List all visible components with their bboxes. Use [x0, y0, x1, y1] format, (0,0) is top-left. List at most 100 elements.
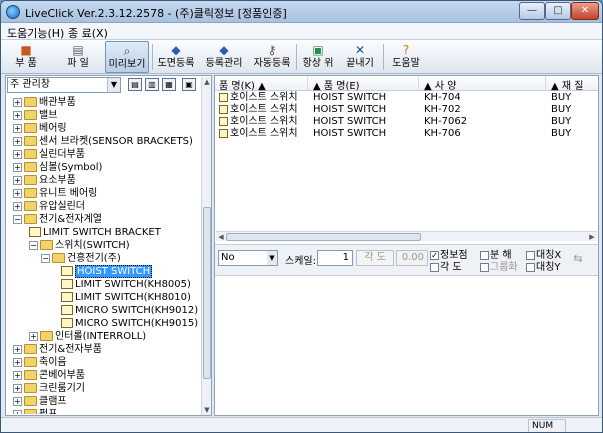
- expand-icon[interactable]: +: [13, 188, 22, 198]
- tree-node[interactable]: LIMIT SWITCH BRACKET: [29, 226, 161, 239]
- tree-node[interactable]: − 건흥전기(주): [41, 252, 121, 265]
- table-cell: 호이스트 스위치: [219, 128, 298, 140]
- tree-node[interactable]: LIMIT SWITCH(KH8010): [61, 291, 191, 304]
- menu-help[interactable]: 도움기능(H): [7, 25, 64, 41]
- expand-icon[interactable]: +: [13, 149, 22, 159]
- expand-icon[interactable]: +: [13, 175, 22, 185]
- scroll-left-icon[interactable]: ◀: [216, 232, 226, 242]
- drawing-register-button[interactable]: ◆ 도면등록: [154, 41, 198, 73]
- table-row[interactable]: 호이스트 스위치 HOIST SWITCH KH-706 BUY: [215, 128, 598, 140]
- category-select[interactable]: 주 관리창 ▼: [7, 77, 121, 93]
- file-button[interactable]: ▤ 파 일: [59, 41, 97, 73]
- help-button[interactable]: ? 도움말: [387, 41, 425, 73]
- folder-icon: [24, 201, 37, 211]
- angle-input[interactable]: 0.00: [396, 250, 428, 266]
- col-header-material[interactable]: ▲ 재 질: [551, 77, 583, 92]
- expand-icon[interactable]: +: [13, 201, 22, 211]
- tree-node[interactable]: + 축이음: [13, 356, 67, 369]
- tree-node[interactable]: + 유니트 베어링: [13, 187, 97, 200]
- cube-icon: ■: [20, 43, 32, 57]
- parts-button[interactable]: ■ 부 품: [7, 41, 45, 73]
- scroll-right-icon[interactable]: ▶: [587, 232, 597, 242]
- tree-node[interactable]: MICRO SWITCH(KH9015): [61, 317, 198, 330]
- drawing-register-icon: ◆: [171, 43, 181, 57]
- tree-node[interactable]: + 베어링: [13, 122, 67, 135]
- tree-node[interactable]: + 전기&전자부품: [13, 343, 102, 356]
- expand-icon[interactable]: +: [13, 136, 22, 146]
- expand-icon[interactable]: +: [13, 97, 22, 107]
- scroll-thumb[interactable]: [203, 207, 211, 379]
- preview-mode-select[interactable]: No preview ▼: [218, 250, 278, 266]
- folder-icon: [24, 136, 37, 146]
- tree-node[interactable]: + 클램프: [13, 395, 67, 408]
- close-button[interactable]: ✕: [571, 2, 599, 20]
- collapse-icon[interactable]: −: [29, 240, 38, 250]
- angle-checkbox[interactable]: 각 도: [430, 262, 462, 273]
- tree-node[interactable]: LIMIT SWITCH(KH8005): [61, 278, 191, 291]
- expand-icon[interactable]: +: [13, 357, 22, 367]
- scroll-down-icon[interactable]: ▼: [202, 405, 212, 415]
- table-row[interactable]: 호이스트 스위치 HOIST SWITCH KH-704 BUY: [215, 92, 598, 104]
- register-manage-button[interactable]: ◆ 등록관리: [202, 41, 246, 73]
- tree-node[interactable]: − 스위치(SWITCH): [29, 239, 130, 252]
- minimize-button[interactable]: —: [519, 2, 545, 20]
- tree-node[interactable]: + 배관부품: [13, 96, 76, 109]
- auto-register-button[interactable]: ⚷ 자동등록: [250, 41, 294, 73]
- tree-node[interactable]: + 인터롤(INTERROLL): [29, 330, 146, 343]
- grid-scrollbar[interactable]: ◀ ▶: [216, 231, 597, 241]
- tree-node[interactable]: + 실린더부품: [13, 148, 85, 161]
- explode-checkbox[interactable]: 분 해: [480, 250, 512, 261]
- tree-node[interactable]: + 센서 브라켓(SENSOR BRACKETS): [13, 135, 193, 148]
- scroll-up-icon[interactable]: ▲: [202, 77, 212, 87]
- expand-icon[interactable]: +: [13, 344, 22, 354]
- title-bar[interactable]: LiveClick Ver.2.3.12.2578 - (주)클릭정보 [정품인…: [1, 1, 602, 23]
- tree-node[interactable]: + 밸브: [13, 109, 57, 122]
- expand-icon[interactable]: +: [13, 396, 22, 406]
- preview-button[interactable]: ⌕ 미리보기: [105, 41, 149, 73]
- tree-node[interactable]: HOIST SWITCH: [61, 265, 153, 278]
- collapse-icon[interactable]: −: [41, 253, 50, 263]
- always-on-top-button[interactable]: ▣ 항상 위: [298, 41, 338, 73]
- window-list-icon[interactable]: ▤: [128, 78, 142, 91]
- tree-node[interactable]: + 콘베어부품: [13, 369, 85, 382]
- expand-icon[interactable]: +: [13, 383, 22, 393]
- tree-node[interactable]: MICRO SWITCH(KH9012): [61, 304, 198, 317]
- tree-node[interactable]: + 심볼(Symbol): [13, 161, 102, 174]
- scroll-thumb[interactable]: [226, 233, 421, 241]
- window-full-icon[interactable]: ▣: [182, 78, 196, 91]
- exit-button[interactable]: ✕ 끝내기: [340, 41, 380, 73]
- export-icon[interactable]: ⇆: [571, 252, 585, 266]
- scale-input[interactable]: 1: [317, 250, 353, 266]
- tree-node[interactable]: + 크린룸기기: [13, 382, 85, 395]
- maximize-button[interactable]: □: [545, 2, 571, 20]
- mirror-x-checkbox[interactable]: 대칭X: [526, 250, 561, 261]
- info-point-checkbox[interactable]: ✓ 정보점: [430, 250, 468, 261]
- tree-node-label: 밸브: [39, 110, 58, 121]
- menu-exit[interactable]: 종 료(X): [68, 25, 108, 41]
- expand-icon[interactable]: +: [13, 409, 22, 414]
- table-cell: KH-702: [424, 104, 461, 116]
- expand-icon[interactable]: +: [13, 162, 22, 172]
- table-row[interactable]: 호이스트 스위치 HOIST SWITCH KH-7062 BUY: [215, 116, 598, 128]
- table-cell: KH-704: [424, 92, 461, 104]
- expand-icon[interactable]: +: [29, 331, 38, 341]
- expand-icon[interactable]: +: [13, 123, 22, 133]
- tree-node[interactable]: − 전기&전자계열: [13, 213, 102, 226]
- group-checkbox[interactable]: 그룹화: [480, 262, 518, 273]
- document-icon: [219, 104, 228, 114]
- window-split-icon[interactable]: ▦: [162, 78, 176, 91]
- window-tile-icon[interactable]: ▥: [145, 78, 159, 91]
- col-header-name-kr[interactable]: 품 명(K) ▲: [219, 77, 266, 92]
- col-header-name-en[interactable]: ▲ 품 명(E): [313, 77, 360, 92]
- tree-node-label: 배관부품: [39, 97, 76, 108]
- tree-node[interactable]: + 유압실린더: [13, 200, 85, 213]
- tree-scrollbar[interactable]: ▲ ▼: [201, 77, 211, 415]
- collapse-icon[interactable]: −: [13, 214, 22, 224]
- expand-icon[interactable]: +: [13, 110, 22, 120]
- tree-node[interactable]: + 요소부품: [13, 174, 76, 187]
- col-header-spec[interactable]: ▲ 사 양: [424, 77, 456, 92]
- mirror-y-checkbox[interactable]: 대칭Y: [526, 262, 561, 273]
- expand-icon[interactable]: +: [13, 370, 22, 380]
- table-row[interactable]: 호이스트 스위치 HOIST SWITCH KH-702 BUY: [215, 104, 598, 116]
- tree-node[interactable]: + 펌프: [13, 408, 57, 414]
